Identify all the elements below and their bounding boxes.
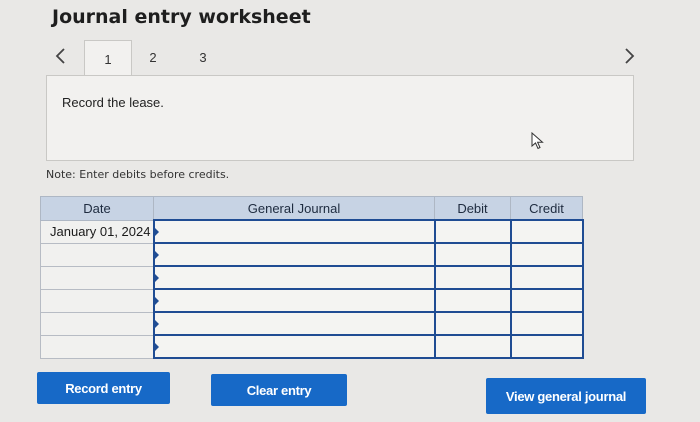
credit-input[interactable] (509, 334, 584, 359)
date-cell[interactable] (40, 288, 154, 313)
table-header-row: Date General Journal Debit Credit (40, 196, 583, 221)
credit-input[interactable] (509, 265, 584, 290)
table-row (40, 311, 584, 336)
tab-label: 3 (199, 49, 207, 65)
date-cell[interactable] (40, 311, 154, 336)
credit-input[interactable] (509, 288, 584, 313)
table-row: January 01, 2024 (40, 219, 584, 244)
tab-2[interactable]: 2 (130, 40, 176, 74)
record-entry-button[interactable]: Record entry (37, 372, 170, 404)
header-general-journal: General Journal (153, 196, 435, 221)
header-credit: Credit (510, 196, 583, 221)
view-general-journal-button[interactable]: View general journal (486, 378, 646, 414)
journal-table: Date General Journal Debit Credit Januar… (40, 196, 584, 359)
note-text: Note: Enter debits before credits. (46, 168, 230, 181)
date-cell[interactable] (40, 265, 154, 290)
date-cell[interactable] (40, 334, 154, 359)
clear-entry-button[interactable]: Clear entry (211, 374, 347, 406)
account-input[interactable] (152, 311, 436, 336)
date-cell[interactable] (40, 242, 154, 267)
tab-3[interactable]: 3 (180, 40, 226, 74)
debit-input[interactable] (433, 265, 512, 290)
credit-input[interactable] (509, 219, 584, 244)
date-cell[interactable]: January 01, 2024 (40, 219, 154, 244)
header-debit: Debit (434, 196, 511, 221)
account-input[interactable] (152, 288, 436, 313)
credit-input[interactable] (509, 242, 584, 267)
table-row (40, 288, 584, 313)
debit-input[interactable] (433, 288, 512, 313)
table-row (40, 334, 584, 359)
account-input[interactable] (152, 265, 436, 290)
debit-input[interactable] (433, 242, 512, 267)
debit-input[interactable] (433, 334, 512, 359)
account-input[interactable] (152, 219, 436, 244)
tab-label: 1 (104, 51, 112, 67)
account-input[interactable] (152, 242, 436, 267)
date-value: January 01, 2024 (50, 224, 151, 239)
mouse-pointer-icon (531, 131, 545, 155)
instruction-text: Record the lease. (62, 95, 164, 110)
debit-input[interactable] (433, 219, 512, 244)
instruction-panel: Record the lease. (46, 75, 634, 161)
debit-input[interactable] (433, 311, 512, 336)
tab-1[interactable]: 1 (84, 40, 132, 77)
header-date: Date (40, 196, 154, 221)
chevron-right-icon[interactable] (620, 42, 640, 70)
chevron-left-icon[interactable] (50, 42, 70, 70)
account-input[interactable] (152, 334, 436, 359)
page-title: Journal entry worksheet (52, 6, 311, 28)
credit-input[interactable] (509, 311, 584, 336)
tab-label: 2 (149, 49, 157, 65)
table-row (40, 242, 584, 267)
tab-bar: 1 2 3 (0, 40, 700, 77)
table-row (40, 265, 584, 290)
